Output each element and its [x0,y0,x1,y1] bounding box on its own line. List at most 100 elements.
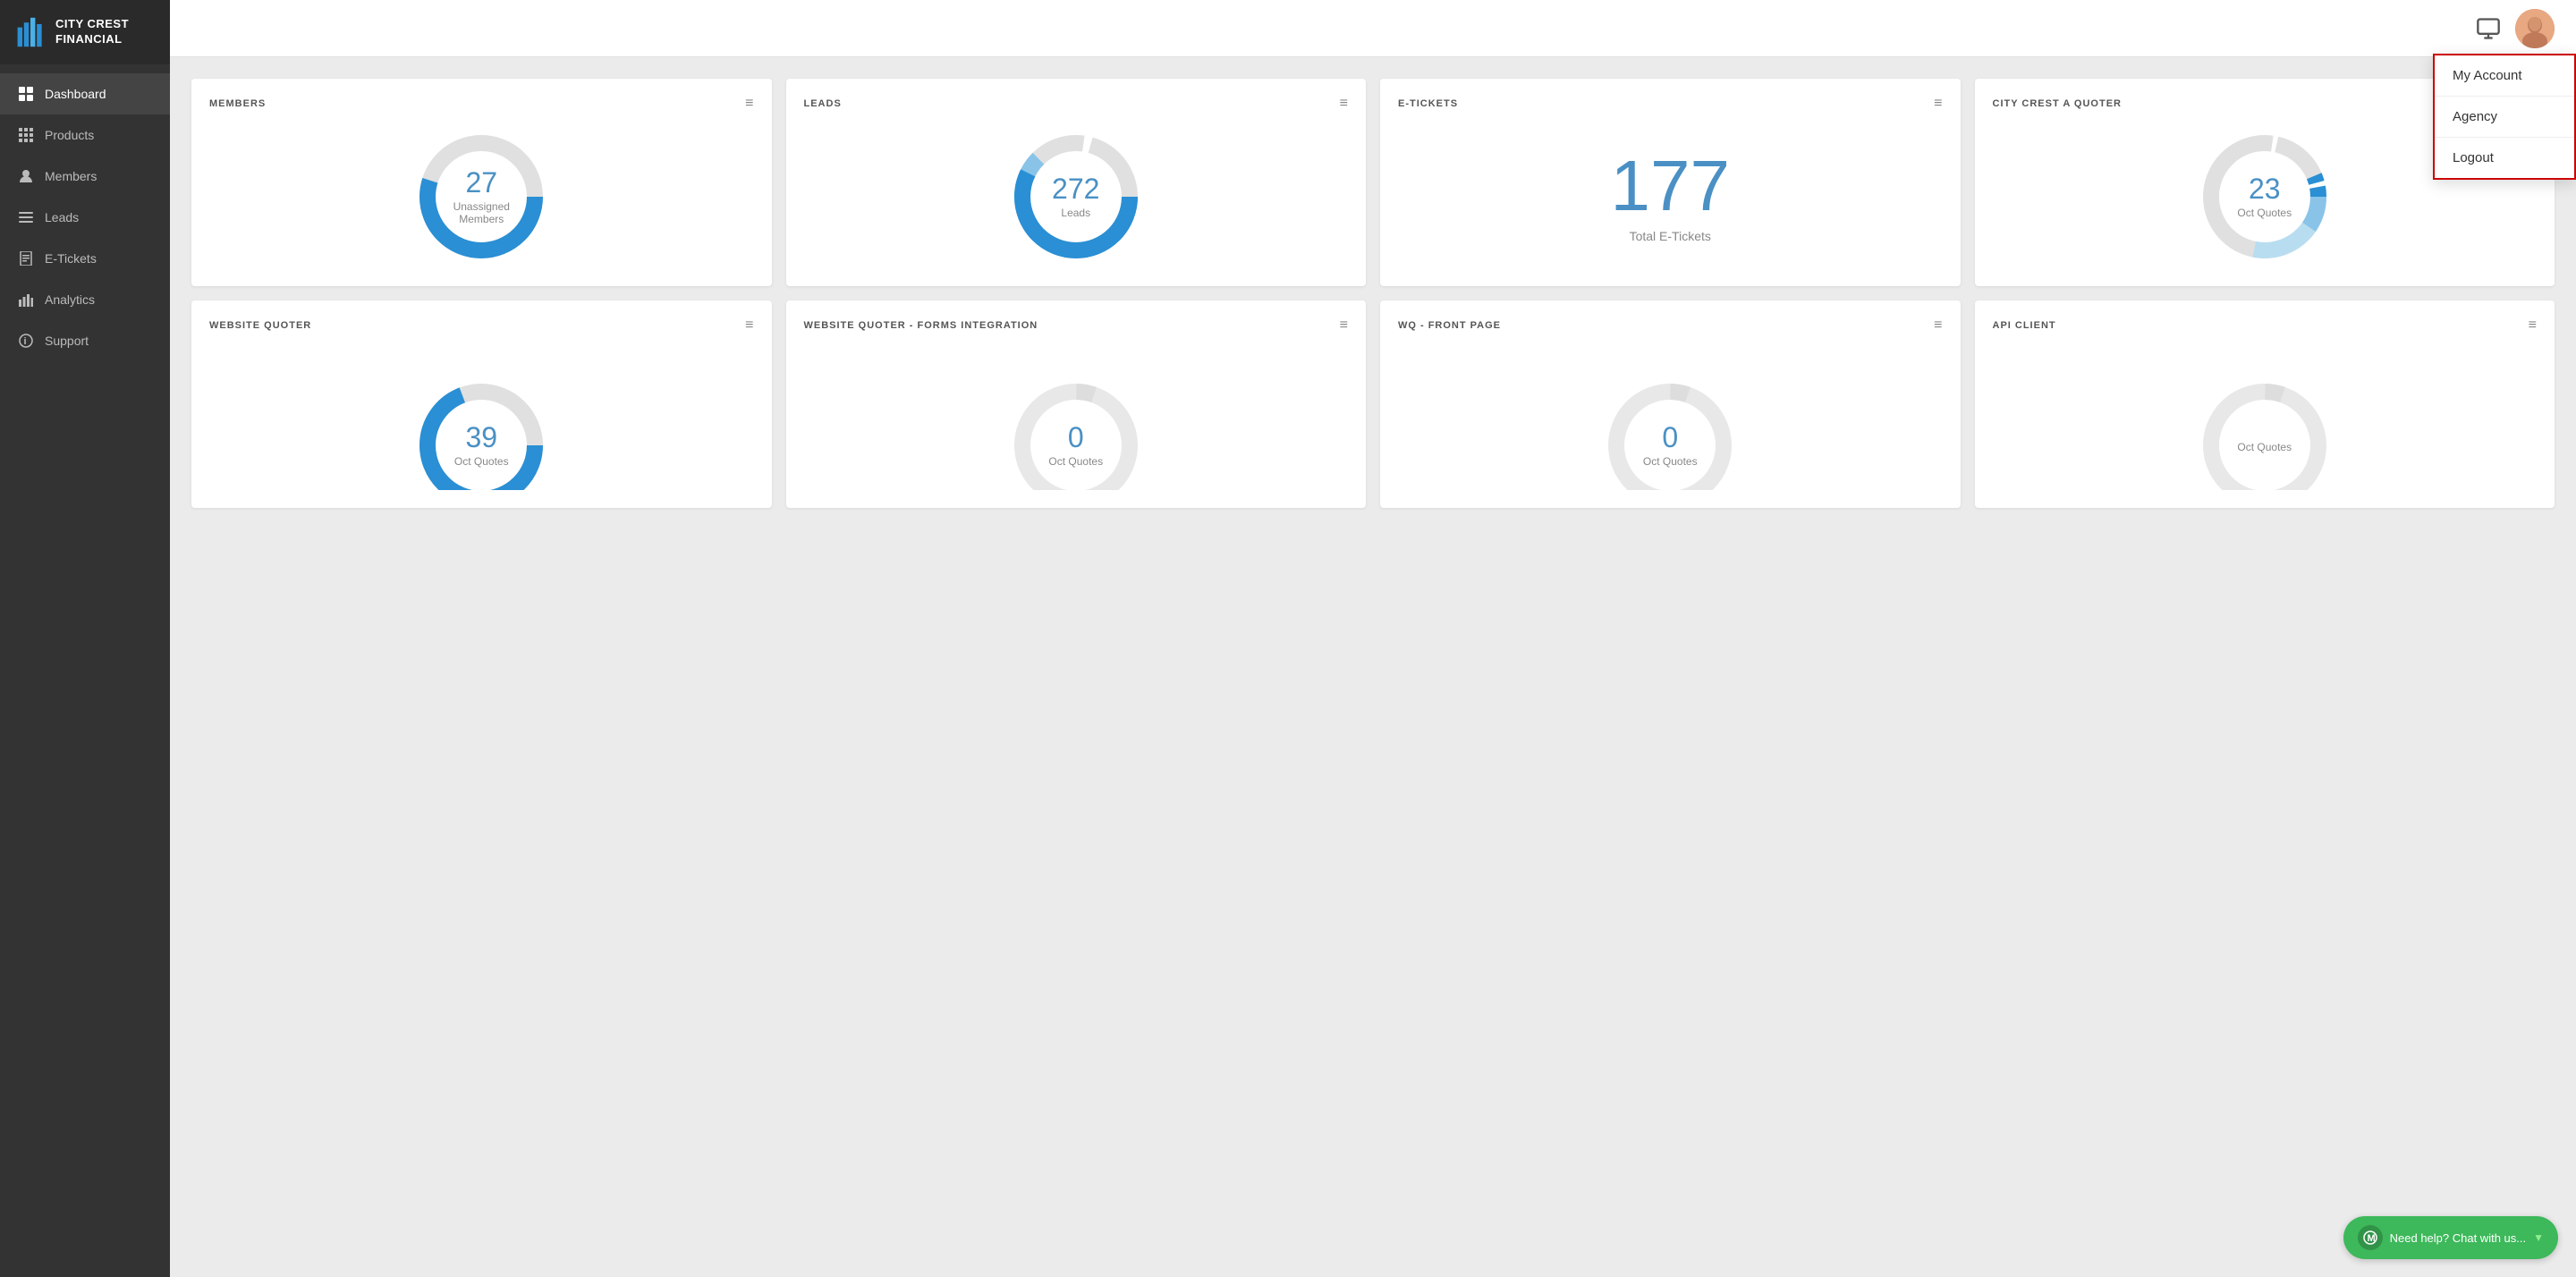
card-wqfp-body: 0 Oct Quotes [1398,347,1943,490]
sidebar-label-analytics: Analytics [45,292,95,307]
dropdown-item-agency[interactable]: Agency [2435,97,2574,137]
card-members-menu[interactable]: ≡ [745,97,753,111]
card-api-body: Oct Quotes [1993,347,2538,490]
sidebar-label-products: Products [45,128,94,142]
dropdown-item-logout[interactable]: Logout [2435,138,2574,178]
card-wqf-header: WEBSITE QUOTER - FORMS INTEGRATION ≡ [804,318,1349,333]
api-donut: Oct Quotes [2193,374,2336,490]
logo-icon [14,16,47,48]
card-wqf-menu[interactable]: ≡ [1340,318,1348,333]
card-leads: LEADS ≡ 272 Leads [786,79,1367,286]
sidebar-item-analytics[interactable]: Analytics [0,279,170,320]
card-leads-menu[interactable]: ≡ [1340,97,1348,111]
wqfp-donut: 0 Oct Quotes [1598,374,1741,490]
monitor-icon[interactable] [2476,16,2501,41]
card-wqfp-title: WQ - FRONT PAGE [1398,320,1501,331]
avatar-image [2515,9,2555,48]
card-wq-menu[interactable]: ≡ [745,318,753,333]
card-wqf-body: 0 Oct Quotes [804,347,1349,490]
card-etickets-menu[interactable]: ≡ [1934,97,1942,111]
card-wqfp-header: WQ - FRONT PAGE ≡ [1398,318,1943,333]
card-api-header: API CLIENT ≡ [1993,318,2538,333]
wqfp-label: Oct Quotes [1643,455,1698,468]
sidebar-label-support: Support [45,334,89,348]
support-icon: i [18,333,34,349]
etickets-label: Total E-Tickets [1611,229,1730,243]
topbar: My Account Agency Logout [170,0,2576,57]
dropdown-item-my-account[interactable]: My Account [2435,55,2574,96]
card-api-client: API CLIENT ≡ Oct Quotes [1975,300,2555,508]
wqf-donut: 0 Oct Quotes [1004,374,1148,490]
card-etickets-title: E-TICKETS [1398,98,1458,109]
card-wq-forms: WEBSITE QUOTER - FORMS INTEGRATION ≡ 0 O… [786,300,1367,508]
chat-icon: M [2358,1225,2383,1250]
leads-donut-center: 272 Leads [1052,174,1099,219]
chat-chevron-icon: ▼ [2533,1231,2544,1244]
wqfp-donut-center: 0 Oct Quotes [1643,423,1698,468]
topbar-actions [2476,9,2555,48]
members-label: UnassignedMembers [453,200,510,225]
quoter-count: 23 [2237,174,2292,203]
avatar[interactable] [2515,9,2555,48]
chat-text: Need help? Chat with us... [2390,1231,2526,1245]
sidebar-item-members[interactable]: Members [0,156,170,197]
quoter-label: Oct Quotes [2237,207,2292,219]
card-leads-body: 272 Leads [804,125,1349,268]
quoter-donut-center: 23 Oct Quotes [2237,174,2292,219]
etickets-number-wrap: 177 Total E-Tickets [1611,150,1730,243]
wqf-label: Oct Quotes [1048,455,1103,468]
card-wq-front: WQ - FRONT PAGE ≡ 0 Oct Quotes [1380,300,1961,508]
members-icon [18,168,34,184]
sidebar-item-etickets[interactable]: E-Tickets [0,238,170,279]
card-members-body: 27 UnassignedMembers [209,125,754,268]
card-api-title: API CLIENT [1993,320,2056,331]
sidebar: CITY CREST FINANCIAL Dashboard [0,0,170,1277]
dashboard-content: MEMBERS ≡ 27 UnassignedMembers [170,57,2576,1277]
sidebar-item-products[interactable]: Products [0,114,170,156]
chat-widget[interactable]: M Need help? Chat with us... ▼ [2343,1216,2558,1259]
leads-donut: 272 Leads [1004,125,1148,268]
api-label: Oct Quotes [2237,441,2292,453]
cards-row-2: WEBSITE QUOTER ≡ 39 Oct Quotes [191,300,2555,508]
sidebar-label-leads: Leads [45,210,79,224]
quoter-donut: 23 Oct Quotes [2193,125,2336,268]
card-website-quoter: WEBSITE QUOTER ≡ 39 Oct Quotes [191,300,772,508]
wq-donut: 39 Oct Quotes [410,374,553,490]
svg-text:i: i [24,336,27,347]
svg-text:M: M [2367,1233,2375,1244]
logo-text: CITY CREST FINANCIAL [55,17,129,47]
sidebar-nav: Dashboard Products [0,64,170,1277]
members-count: 27 [453,168,510,197]
sidebar-label-members: Members [45,169,97,183]
sidebar-label-dashboard: Dashboard [45,87,106,101]
card-wq-title: WEBSITE QUOTER [209,320,311,331]
sidebar-item-leads[interactable]: Leads [0,197,170,238]
card-wq-header: WEBSITE QUOTER ≡ [209,318,754,333]
card-etickets-header: E-TICKETS ≡ [1398,97,1943,111]
wq-donut-center: 39 Oct Quotes [454,423,509,468]
card-etickets: E-TICKETS ≡ 177 Total E-Tickets [1380,79,1961,286]
wq-label: Oct Quotes [454,455,509,468]
card-leads-header: LEADS ≡ [804,97,1349,111]
card-quoter-title: CITY CREST A QUOTER [1993,98,2123,109]
analytics-icon [18,292,34,308]
leads-label: Leads [1052,207,1099,219]
sidebar-item-dashboard[interactable]: Dashboard [0,73,170,114]
main-area: My Account Agency Logout MEMBERS ≡ [170,0,2576,1277]
sidebar-item-support[interactable]: i Support [0,320,170,361]
api-donut-center: Oct Quotes [2237,437,2292,453]
card-api-menu[interactable]: ≡ [2529,318,2537,333]
card-wqfp-menu[interactable]: ≡ [1934,318,1942,333]
etickets-icon [18,250,34,266]
card-wq-body: 39 Oct Quotes [209,347,754,490]
card-etickets-body: 177 Total E-Tickets [1398,125,1943,268]
wqf-donut-center: 0 Oct Quotes [1048,423,1103,468]
card-leads-title: LEADS [804,98,842,109]
members-donut-center: 27 UnassignedMembers [453,168,510,225]
card-wqf-title: WEBSITE QUOTER - FORMS INTEGRATION [804,320,1038,331]
user-dropdown: My Account Agency Logout [2433,54,2576,180]
sidebar-logo: CITY CREST FINANCIAL [0,0,170,64]
sidebar-label-etickets: E-Tickets [45,251,97,266]
wq-count: 39 [454,423,509,452]
wqf-count: 0 [1048,423,1103,452]
